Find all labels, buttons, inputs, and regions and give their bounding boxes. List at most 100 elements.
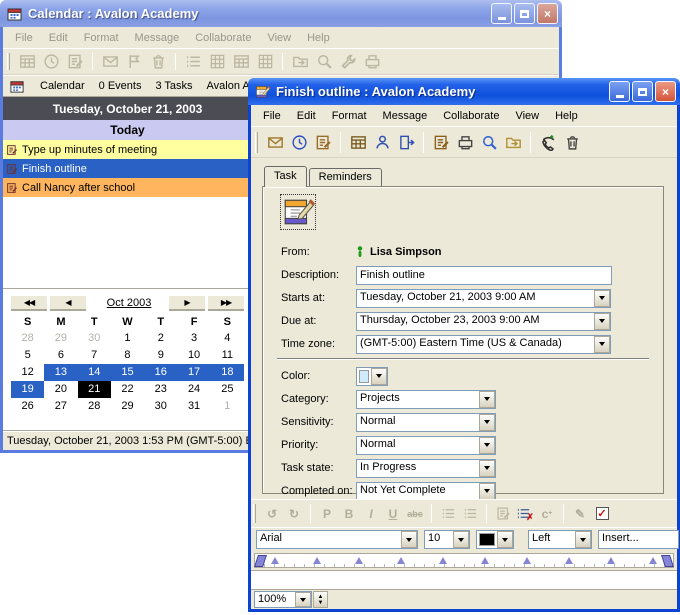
italic-icon[interactable]: I: [360, 504, 382, 524]
tab-stop-marker[interactable]: [649, 557, 657, 564]
font-size-combobox[interactable]: 10: [424, 530, 470, 549]
mini-calendar-day[interactable]: 10: [177, 347, 210, 364]
mini-calendar-day[interactable]: 1: [211, 398, 244, 415]
chevron-down-icon[interactable]: [371, 368, 387, 385]
menu-view[interactable]: View: [507, 107, 547, 125]
menu-view[interactable]: View: [259, 29, 299, 47]
chevron-down-icon[interactable]: [401, 531, 417, 548]
menu-edit[interactable]: Edit: [289, 107, 324, 125]
spell-as-you-type-icon[interactable]: ✗: [514, 504, 536, 524]
chevron-down-icon[interactable]: [594, 313, 610, 330]
tab-task[interactable]: Task: [264, 166, 307, 187]
minimize-button[interactable]: [491, 3, 512, 24]
bold-icon[interactable]: B: [338, 504, 360, 524]
new-appointment-icon[interactable]: [39, 51, 63, 73]
mini-calendar-day[interactable]: 16: [144, 364, 177, 381]
month-view-icon[interactable]: [229, 51, 253, 73]
insert-combobox[interactable]: Insert...: [598, 530, 679, 549]
indent-less-icon[interactable]: [437, 504, 459, 524]
move-to-folder-icon[interactable]: [501, 131, 525, 153]
tab-stop-marker[interactable]: [481, 557, 489, 564]
mini-calendar-day[interactable]: 2: [144, 330, 177, 347]
next-month-button[interactable]: ▶: [169, 296, 205, 311]
tab-stop-marker[interactable]: [439, 557, 447, 564]
multi-week-view-icon[interactable]: [253, 51, 277, 73]
undo-icon[interactable]: ↺: [261, 504, 283, 524]
menu-file[interactable]: File: [255, 107, 289, 125]
task-row[interactable]: Finish outline: [3, 159, 252, 178]
mini-calendar-day[interactable]: 8: [111, 347, 144, 364]
task-window-titlebar[interactable]: Finish outline : Avalon Academy ×: [248, 78, 680, 105]
find-icon[interactable]: [312, 51, 336, 73]
mini-calendar-day[interactable]: 9: [144, 347, 177, 364]
menu-help[interactable]: Help: [547, 107, 586, 125]
tab-stop-marker[interactable]: [313, 557, 321, 564]
mini-calendar-day[interactable]: 20: [44, 381, 77, 398]
zoom-spinner[interactable]: ▲▼: [313, 591, 328, 608]
chevron-down-icon[interactable]: [479, 460, 495, 477]
mini-calendar-day[interactable]: 11: [211, 347, 244, 364]
menu-file[interactable]: File: [7, 29, 41, 47]
due-at-combobox[interactable]: Thursday, October 23, 2003 9:00 AM: [356, 312, 611, 331]
mini-calendar-day[interactable]: 4: [211, 330, 244, 347]
strikethrough-icon[interactable]: abc: [404, 504, 426, 524]
priority-combobox[interactable]: Normal: [356, 436, 496, 455]
task-list-empty-area[interactable]: [3, 197, 252, 288]
tab-stop-marker[interactable]: [565, 557, 573, 564]
indent-more-icon[interactable]: [459, 504, 481, 524]
spell-check-icon[interactable]: ✓: [591, 504, 613, 524]
mini-calendar-day[interactable]: 26: [11, 398, 44, 415]
tools-icon[interactable]: [336, 51, 360, 73]
mini-calendar-day[interactable]: 5: [11, 347, 44, 364]
chevron-down-icon[interactable]: [453, 531, 469, 548]
mini-calendar-day[interactable]: 24: [177, 381, 210, 398]
new-task-icon[interactable]: [311, 131, 335, 153]
mini-calendar-day[interactable]: 18: [211, 364, 244, 381]
mini-calendar-day[interactable]: 29: [44, 330, 77, 347]
menu-collaborate[interactable]: Collaborate: [187, 29, 259, 47]
signature-pen-icon[interactable]: ✎: [569, 504, 591, 524]
mini-calendar-day[interactable]: 17: [177, 364, 210, 381]
task-row[interactable]: Type up minutes of meeting: [3, 140, 252, 159]
chevron-down-icon[interactable]: [594, 336, 610, 353]
right-margin-marker[interactable]: [661, 555, 674, 567]
plain-text-icon[interactable]: P: [316, 504, 338, 524]
chevron-down-icon[interactable]: [295, 592, 311, 607]
chevron-down-icon[interactable]: [594, 290, 610, 307]
mini-calendar-day[interactable]: 19: [11, 381, 44, 398]
proxy-person-icon[interactable]: [370, 131, 394, 153]
new-task-icon[interactable]: [63, 51, 87, 73]
font-color-combobox[interactable]: [476, 530, 514, 549]
mini-calendar-day[interactable]: 31: [177, 398, 210, 415]
folder-icon[interactable]: [288, 51, 312, 73]
sensitivity-combobox[interactable]: Normal: [356, 413, 496, 432]
redo-icon[interactable]: ↻: [283, 504, 305, 524]
schedule-meeting-icon[interactable]: [346, 131, 370, 153]
mini-calendar-day[interactable]: 15: [111, 364, 144, 381]
timezone-combobox[interactable]: (GMT-5:00) Eastern Time (US & Canada): [356, 335, 611, 354]
menu-message[interactable]: Message: [127, 29, 188, 47]
chevron-down-icon[interactable]: [575, 531, 591, 548]
close-button[interactable]: ×: [537, 3, 558, 24]
next-year-button[interactable]: ▶▶: [208, 296, 244, 311]
mini-calendar-day[interactable]: 27: [44, 398, 77, 415]
chevron-down-icon[interactable]: [479, 414, 495, 431]
left-margin-marker[interactable]: [254, 555, 267, 567]
color-combobox[interactable]: [356, 367, 388, 386]
mini-calendar-day[interactable]: 13: [44, 364, 77, 381]
message-body[interactable]: [251, 570, 677, 589]
tab-stop-marker[interactable]: [607, 557, 615, 564]
case-change-icon[interactable]: c+: [536, 504, 558, 524]
mini-calendar-day[interactable]: 6: [44, 347, 77, 364]
alignment-combobox[interactable]: Left: [528, 530, 592, 549]
toolbar-grip[interactable]: [253, 504, 256, 523]
underline-icon[interactable]: U: [382, 504, 404, 524]
mini-calendar-day[interactable]: 3: [177, 330, 210, 347]
mini-calendar-day[interactable]: 25: [211, 381, 244, 398]
print-icon[interactable]: [360, 51, 384, 73]
tab-reminders[interactable]: Reminders: [309, 168, 382, 186]
new-appointment-icon[interactable]: [287, 131, 311, 153]
tab-stop-marker[interactable]: [355, 557, 363, 564]
mini-calendar-day[interactable]: 22: [111, 381, 144, 398]
flag-icon[interactable]: [122, 51, 146, 73]
